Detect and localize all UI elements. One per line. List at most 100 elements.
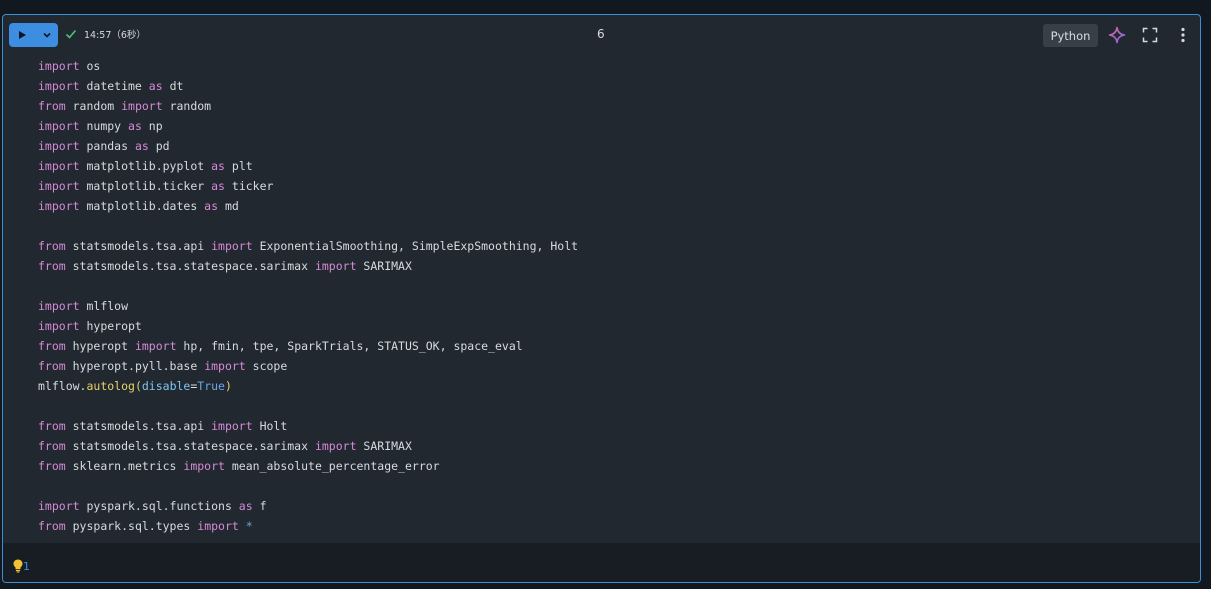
code-token: as — [204, 199, 219, 213]
code-line: from statsmodels.tsa.statespace.sarimax … — [38, 256, 578, 276]
code-editor[interactable]: import os import datetime as dt from rando… — [38, 56, 578, 536]
code-token: np — [141, 119, 163, 133]
code-token: matplotlib.ticker — [79, 179, 212, 193]
code-token: sklearn.metrics — [65, 459, 184, 473]
code-token: import — [197, 519, 239, 533]
code-line: from hyperopt import hp, fmin, tpe, Spar… — [38, 336, 578, 356]
code-token: pd — [148, 139, 170, 153]
code-token: import — [38, 199, 80, 213]
code-token: ExponentialSmoothing, SimpleExpSmoothing… — [252, 239, 579, 253]
expand-button[interactable] — [1140, 25, 1160, 45]
code-line: import matplotlib.ticker as ticker — [38, 176, 578, 196]
more-options-button[interactable] — [1173, 25, 1193, 45]
hint-indicator[interactable]: 1 — [13, 559, 30, 573]
code-token: hyperopt — [65, 339, 135, 353]
run-options-dropdown[interactable] — [35, 23, 58, 47]
language-selector[interactable]: Python — [1043, 24, 1098, 47]
lightbulb-icon — [13, 559, 23, 573]
code-token: statsmodels.tsa.statespace.sarimax — [65, 439, 315, 453]
code-token: ( — [134, 379, 142, 393]
notebook-cell[interactable]: 14:57（6秒） 6 Python import os import date… — [2, 14, 1201, 583]
code-token: random — [65, 99, 122, 113]
code-token: import — [204, 359, 246, 373]
code-line: from statsmodels.tsa.statespace.sarimax … — [38, 436, 578, 456]
code-line: from pyspark.sql.types import * — [38, 516, 578, 536]
code-token: md — [218, 199, 239, 213]
code-token: matplotlib.pyplot — [79, 159, 212, 173]
code-token: hp, fmin, tpe, SparkTrials, STATUS_OK, s… — [176, 339, 523, 353]
code-token: from — [38, 419, 66, 433]
expand-icon — [1142, 27, 1158, 43]
code-token: import — [38, 319, 80, 333]
code-token: as — [148, 79, 163, 93]
code-token: import — [38, 119, 80, 133]
code-line: import numpy as np — [38, 116, 578, 136]
code-token: datetime — [79, 79, 149, 93]
code-token: import — [38, 139, 80, 153]
code-token: import — [183, 459, 225, 473]
run-button-group — [9, 23, 58, 47]
code-token: hyperopt — [79, 319, 142, 333]
code-token: import — [38, 79, 80, 93]
code-token: pyspark.sql.functions — [79, 499, 239, 513]
execution-time: 14:57 — [84, 30, 112, 41]
code-token: import — [38, 159, 80, 173]
code-token: as — [211, 179, 225, 193]
code-token: import — [38, 59, 80, 73]
chevron-down-icon — [42, 32, 51, 38]
code-token: autolog — [86, 379, 135, 393]
cell-number: 6 — [597, 27, 605, 41]
code-token: import — [134, 339, 177, 353]
sparkle-icon — [1108, 26, 1126, 44]
code-line: import pyspark.sql.functions as f — [38, 496, 578, 516]
run-cell-button[interactable] — [9, 23, 35, 47]
code-token: SARIMAX — [356, 259, 412, 273]
code-token: statsmodels.tsa.api — [65, 239, 212, 253]
code-token: import — [121, 99, 163, 113]
code-token: from — [38, 239, 66, 253]
code-line: import pandas as pd — [38, 136, 578, 156]
code-token: import — [211, 419, 253, 433]
hint-count: 1 — [23, 559, 30, 573]
code-token: scope — [245, 359, 288, 373]
cell-header: 14:57（6秒） 6 Python — [3, 15, 1200, 57]
code-token: as — [128, 119, 142, 133]
assistant-button[interactable] — [1107, 25, 1127, 45]
code-token: f — [252, 499, 267, 513]
code-token: as — [211, 159, 225, 173]
code-line: import hyperopt — [38, 316, 578, 336]
code-token: from — [38, 259, 66, 273]
check-icon — [65, 29, 77, 39]
code-token: mlflow — [79, 299, 129, 313]
code-token: True — [197, 379, 225, 393]
code-token: from — [38, 459, 66, 473]
code-token: statsmodels.tsa.statespace.sarimax — [65, 259, 315, 273]
code-token: hyperopt.pyll.base — [65, 359, 205, 373]
code-line: from sklearn.metrics import mean_absolut… — [38, 456, 578, 476]
code-line: from random import random — [38, 96, 578, 116]
execution-status: 14:57（6秒） — [65, 27, 146, 41]
code-token: mlflow. — [38, 379, 87, 393]
code-line: import matplotlib.pyplot as plt — [38, 156, 578, 176]
code-token: matplotlib.dates — [79, 199, 205, 213]
code-token: as — [238, 499, 253, 513]
code-token: import — [38, 299, 80, 313]
code-token: numpy — [79, 119, 129, 133]
code-token: import — [38, 499, 80, 513]
code-token: os — [79, 59, 101, 73]
execution-duration: （6秒） — [111, 30, 146, 41]
code-token: disable — [141, 379, 191, 393]
code-token: ) — [224, 379, 232, 393]
code-token: from — [38, 339, 66, 353]
code-line: from hyperopt.pyll.base import scope — [38, 356, 578, 376]
cell-footer: 1 — [3, 543, 1200, 582]
code-token: from — [38, 519, 66, 533]
code-token: pandas — [79, 139, 135, 153]
code-token: random — [162, 99, 212, 113]
code-token: ticker — [224, 179, 274, 193]
code-line: from statsmodels.tsa.api import Exponent… — [38, 236, 578, 256]
